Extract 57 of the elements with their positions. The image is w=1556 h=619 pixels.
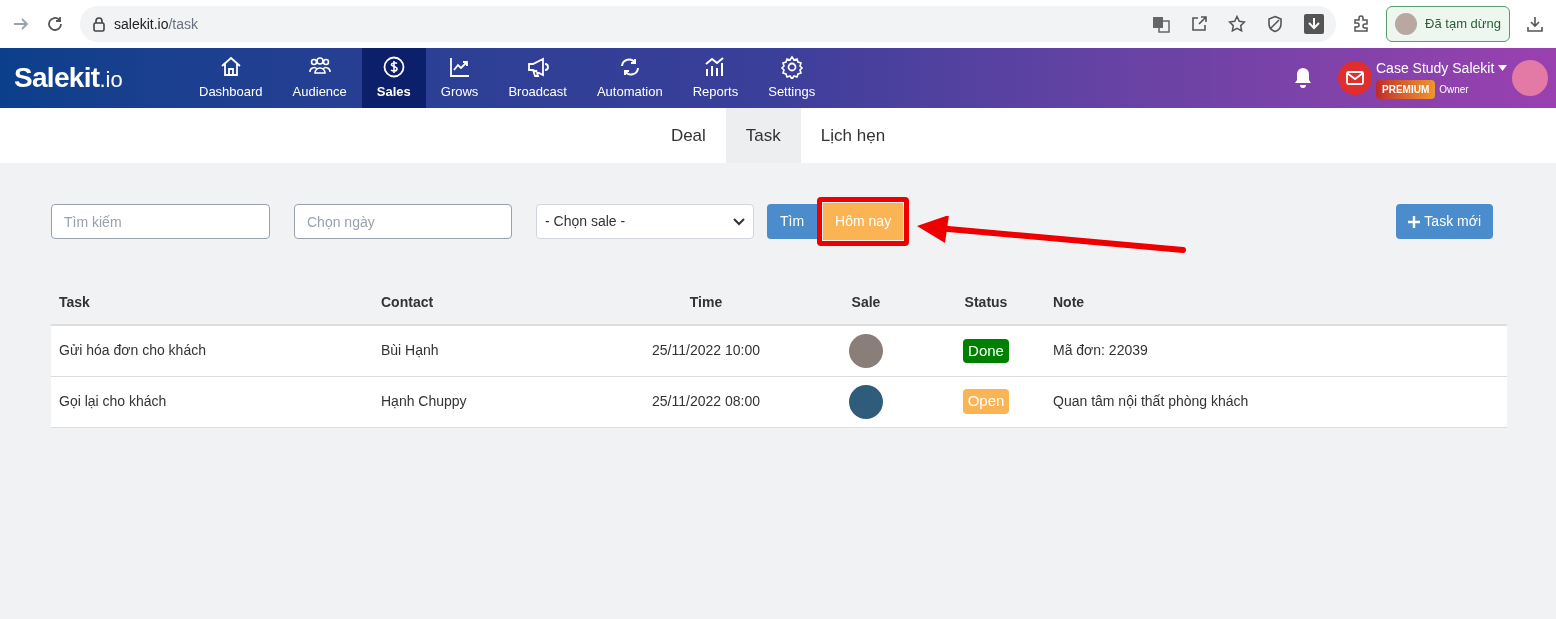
download-icon[interactable]: [1526, 15, 1544, 33]
column-header: Status: [931, 280, 1041, 325]
mail-badge[interactable]: [1338, 61, 1372, 95]
table-cell: Gọi lại cho khách: [51, 376, 381, 427]
column-header: Task: [51, 280, 381, 325]
nav-tab[interactable]: Audience: [277, 48, 362, 108]
table-cell: 25/11/2022 08:00: [611, 376, 801, 427]
caret-icon[interactable]: [1498, 65, 1508, 71]
column-header: Sale: [801, 280, 931, 325]
table-cell: Gửi hóa đơn cho khách: [51, 325, 381, 376]
address-bar[interactable]: salekit.io/task: [80, 6, 1337, 42]
table-cell: Quan tâm nội thất phòng khách: [1041, 376, 1507, 427]
nav-tab[interactable]: Grows: [425, 48, 494, 108]
bell-icon[interactable]: [1292, 66, 1314, 90]
mail-icon: [1346, 71, 1364, 85]
status-tag: Done: [963, 338, 1009, 363]
column-header: Note: [1041, 280, 1507, 325]
search-field[interactable]: Tìm kiếm: [51, 204, 270, 239]
plus-icon: [1408, 215, 1421, 228]
new-task-button[interactable]: Task mới: [1396, 204, 1493, 239]
translate-icon[interactable]: [1152, 15, 1171, 33]
chevron-down-icon: [733, 217, 745, 226]
gear-icon: [779, 54, 804, 79]
plan-badge: PREMIUM: [1376, 79, 1436, 99]
reload-icon[interactable]: [46, 15, 64, 33]
column-header: Contact: [381, 280, 611, 325]
nav-tab[interactable]: Automation: [581, 48, 678, 108]
status-tag: Open: [962, 389, 1010, 414]
lock-icon: [92, 16, 106, 32]
puzzle-icon[interactable]: [1352, 15, 1371, 33]
nav-tab[interactable]: Reports: [677, 48, 754, 108]
sale-select[interactable]: - Chọn sale -: [536, 204, 754, 239]
table-cell: Bùi Hạnh: [381, 325, 611, 376]
shield-icon[interactable]: [1266, 15, 1285, 33]
avatar: [849, 384, 883, 419]
url-text: salekit.io/task: [114, 14, 199, 34]
tab[interactable]: Task: [725, 108, 801, 163]
role-label: Owner: [1439, 82, 1469, 97]
star-icon[interactable]: [1228, 15, 1247, 33]
download-icon[interactable]: [1304, 14, 1325, 34]
dollar-icon: [381, 54, 406, 79]
date-field[interactable]: Chọn ngày: [294, 204, 512, 239]
column-header: Time: [611, 280, 801, 325]
account-name[interactable]: Case Study Salekit: [1376, 57, 1495, 79]
profile-button[interactable]: Đã tạm dừng: [1386, 6, 1510, 42]
avatar: [849, 333, 883, 368]
logo[interactable]: Salekit.io: [14, 57, 174, 99]
avatar: [1395, 13, 1418, 35]
search-button[interactable]: Tìm: [767, 204, 818, 239]
table-cell: 25/11/2022 10:00: [611, 325, 801, 376]
nav-tab[interactable]: Broadcast: [493, 48, 582, 108]
nav-tab[interactable]: Sales: [361, 48, 426, 108]
table-cell: Hạnh Chuppy: [381, 376, 611, 427]
nav-tab[interactable]: Dashboard: [184, 48, 278, 108]
nav-tab[interactable]: Settings: [753, 48, 831, 108]
table-cell: Mã đơn: 22039: [1041, 325, 1507, 376]
share-icon[interactable]: [1190, 15, 1209, 33]
